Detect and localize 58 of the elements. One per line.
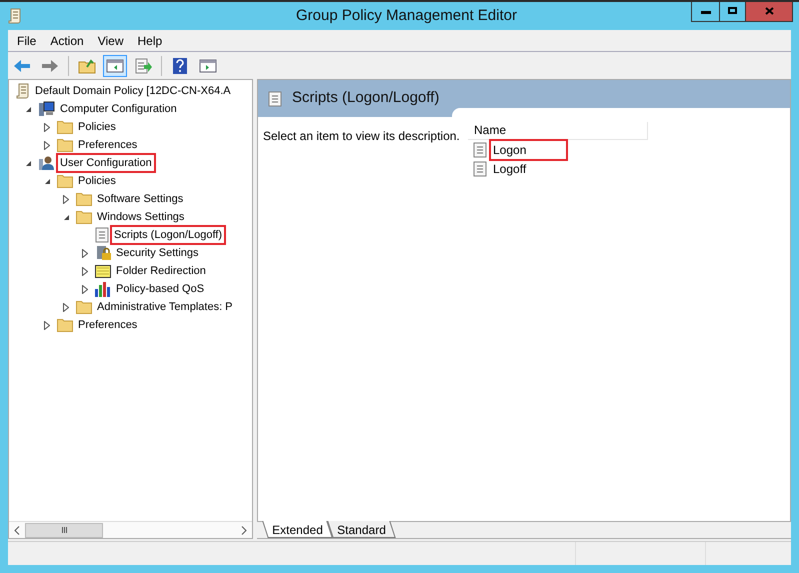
folder-icon [76,192,92,206]
list-item[interactable]: Logoff [491,160,534,178]
folder-icon [95,264,111,278]
menu-item[interactable]: File [10,32,44,50]
computer-icon [38,101,55,117]
tree-item[interactable]: Policies [76,118,118,136]
tree-item[interactable]: Policy-based QoS [114,280,206,298]
column-header[interactable]: Name [468,122,648,140]
close-icon [764,6,774,14]
tree-item[interactable]: Software Settings [95,190,186,208]
tree-item[interactable]: Folder Redirection [114,262,208,280]
bar-chart-icon [95,281,111,297]
tree-item[interactable]: Computer Configuration [58,100,179,118]
expanded-arrow-icon[interactable] [44,178,50,184]
folder-icon [57,120,73,134]
expanded-arrow-icon[interactable] [62,214,70,220]
scroll-icon [16,83,30,99]
scrollbar-thumb[interactable] [25,522,103,538]
view-tab[interactable]: Standard [326,521,396,538]
tree-item[interactable]: Preferences [76,136,140,154]
script-icon [95,227,109,243]
list-item[interactable]: Logon [491,140,566,158]
folder-icon [57,138,73,152]
tree-item[interactable]: Administrative Templates: P [95,298,235,316]
help-icon[interactable] [172,56,188,74]
collapsed-arrow-icon[interactable] [63,194,69,204]
collapsed-arrow-icon[interactable] [63,302,69,312]
menu-item[interactable]: Help [130,32,170,50]
tree-item[interactable]: Default Domain Policy [12DC-CN-X64.A [33,82,233,100]
script-icon [473,142,487,158]
user-icon [38,155,55,171]
collapsed-arrow-icon[interactable] [44,320,50,330]
tree-item[interactable]: Windows Settings [95,208,186,226]
folder-icon [57,174,73,188]
tree-item[interactable]: User Configuration [58,154,154,172]
folder-icon [57,318,73,332]
lock-icon [95,245,111,261]
script-icon [473,160,487,176]
folder-icon [76,300,92,314]
expanded-arrow-icon[interactable] [24,160,32,166]
tree-item[interactable]: Security Settings [114,244,201,262]
scroll-icon [8,8,22,24]
script-icon [268,90,282,106]
details-title: Scripts (Logon/Logoff) [292,88,440,108]
expanded-arrow-icon[interactable] [24,106,32,112]
window-title: Group Policy Management Editor [295,6,518,26]
tree-item[interactable]: Policies [76,172,118,190]
menu-item[interactable]: Action [43,32,91,50]
maximize-icon [728,7,737,14]
horizontal-scrollbar[interactable] [9,521,252,538]
folder-icon [76,210,92,224]
minimize-icon [700,11,710,14]
tree-item[interactable]: Preferences [76,316,140,334]
view-tab[interactable]: Extended [262,521,332,538]
tree-item[interactable]: Scripts (Logon/Logoff) [112,226,224,244]
close-button[interactable] [746,2,792,21]
menu-item[interactable]: View [90,32,130,50]
description-text: Select an item to view its description. [262,128,461,145]
